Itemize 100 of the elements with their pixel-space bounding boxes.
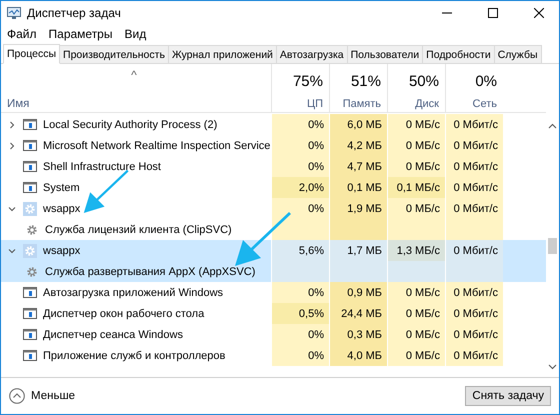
end-task-button[interactable]: Снять задачу [465,386,551,406]
table-cell: 0% [271,324,329,345]
window-icon [23,161,37,172]
column-header[interactable]: 50% Диск [387,64,445,112]
column-header[interactable]: 51% Память [329,64,387,112]
sort-indicator[interactable]: ^ [131,68,137,82]
usage-total: 0% [475,73,497,90]
usage-total: 50% [408,73,439,90]
table-cell: 0 МБ/с [387,324,445,345]
process-row[interactable]: Local Security Authority Process (2) 0% 6,0 МБ 0 МБ/с 0 Мбит/с [1,114,546,135]
table-cell: 0,1 МБ/с [387,177,445,198]
table-cell: 4,0 МБ [329,345,387,366]
gear-icon [23,202,37,216]
window-icon [23,182,37,193]
table-cell: 4,2 МБ [329,135,387,156]
window-icon [23,119,37,130]
scrollbar-thumb[interactable] [548,238,557,254]
table-cell: 0 Мбит/с [445,135,503,156]
table-cell: 0% [271,198,329,219]
table-cell: 0 Мбит/с [445,156,503,177]
table-cell: 0 МБ/с [387,282,445,303]
process-name: Local Security Authority Process (2) [43,118,218,130]
table-cell: 5,6% [271,240,329,261]
table-cell: 24,4 МБ [329,303,387,324]
tab[interactable]: Производительность [59,45,169,63]
table-cell: 0 Мбит/с [445,177,503,198]
process-name: System [43,182,80,194]
menu-item[interactable]: Параметры [48,27,112,41]
table-cell: 0% [271,345,329,366]
chevron-up-circle-icon[interactable] [9,388,25,404]
process-name: Служба развертывания AppX (AppXSVC) [45,266,256,278]
process-name: Microsoft Network Realtime Inspection Service [43,140,270,152]
column-label: ЦП [306,98,323,110]
table-cell: 1,9 МБ [329,198,387,219]
table-cell: 0 Мбит/с [445,324,503,345]
table-cell: 0% [271,282,329,303]
close-icon[interactable] [534,8,544,18]
process-row[interactable]: Приложение служб и контроллеров 0% 4,0 МБ 0 МБ/с 0 Мбит/с [1,345,546,366]
window-icon [23,329,37,340]
table-cell: 0,3 МБ [329,324,387,345]
process-name: Автозагрузка приложений Windows [43,286,224,298]
table-cell: 6,0 МБ [329,114,387,135]
chevron-down-icon[interactable] [8,246,16,254]
scroll-down-icon[interactable] [548,363,557,371]
table-cell: 2,0% [271,177,329,198]
tab[interactable]: Подробности [422,45,495,63]
scroll-up-icon[interactable] [548,122,557,130]
window-icon [23,287,37,298]
usage-total: 51% [350,73,381,90]
process-row[interactable]: Shell Infrastructure Host 0% 4,7 МБ 0 МБ/с 0 Мбит/с [1,156,546,177]
process-row[interactable]: wsappx 0% 1,9 МБ 0 МБ/с 0 Мбит/с [1,198,546,219]
tab[interactable]: Процессы [3,44,60,64]
process-row[interactable]: Microsoft Network Realtime Inspection Service 0% 4,2 МБ 0 МБ/с 0 Мбит/с [1,135,546,156]
table-cell: 1,7 МБ [329,240,387,261]
table-cell: 0 МБ/с [387,303,445,324]
gear-icon [23,244,37,258]
fewer-details-link[interactable]: Меньше [9,388,76,404]
menu-item[interactable]: Вид [124,27,146,41]
column-label: Диск [415,98,439,110]
column-header[interactable]: 0% Сеть [445,64,503,112]
process-name: Приложение служб и контроллеров [43,350,226,362]
column-header[interactable]: Имя [7,98,271,110]
table-cell: 0 Мбит/с [445,345,503,366]
gear-icon [25,264,39,278]
process-row[interactable]: System 2,0% 0,1 МБ 0,1 МБ/с 0 Мбит/с [1,177,546,198]
process-name: wsappx [43,244,80,256]
tab[interactable]: Службы [494,45,542,63]
process-row[interactable]: Диспетчер окон рабочего стола 0,5% 24,4 МБ 0 МБ/с 0 Мбит/с [1,303,546,324]
process-name: Диспетчер сеанса Windows [43,328,183,340]
menu-item[interactable]: Файл [7,27,37,41]
column-label: Память [342,98,381,110]
table-cell: 0,9 МБ [329,282,387,303]
maximize-icon[interactable] [488,8,498,18]
table-cell: 0 МБ/с [387,198,445,219]
table-cell: 0 МБ/с [387,345,445,366]
table-cell: 0 Мбит/с [445,114,503,135]
tab[interactable]: Пользователи [346,45,424,63]
tab[interactable]: Журнал приложений [168,45,277,63]
table-cell: 0 Мбит/с [445,282,503,303]
table-cell: 0 МБ/с [387,114,445,135]
chevron-down-icon[interactable] [8,204,16,212]
process-row[interactable]: Диспетчер сеанса Windows 0% 0,3 МБ 0 МБ/с 0 Мбит/с [1,324,546,345]
table-cell: 0,5% [271,303,329,324]
table-cell: 0,1 МБ [329,177,387,198]
process-row[interactable]: wsappx 5,6% 1,7 МБ 1,3 МБ/с 0 Мбит/с [1,240,546,261]
process-row[interactable]: Служба развертывания AppX (AppXSVC) [1,261,546,282]
process-row[interactable]: Служба лицензий клиента (ClipSVC) [1,219,546,240]
tab[interactable]: Автозагрузка [276,45,348,63]
table-cell: 0 Мбит/с [445,303,503,324]
window-icon [23,350,37,361]
table-cell: 0 Мбит/с [445,240,503,261]
chevron-right-icon[interactable] [8,120,16,128]
table-cell: 1,3 МБ/с [387,240,445,261]
chevron-right-icon[interactable] [8,142,16,150]
window-title: Диспетчер задач [27,6,122,20]
window-icon [23,308,37,319]
process-name: wsappx [43,202,80,214]
process-row[interactable]: Автозагрузка приложений Windows 0% 0,9 МБ 0 МБ/с 0 Мбит/с [1,282,546,303]
process-name: Диспетчер окон рабочего стола [43,308,204,320]
column-header[interactable]: 75% ЦП [271,64,329,112]
